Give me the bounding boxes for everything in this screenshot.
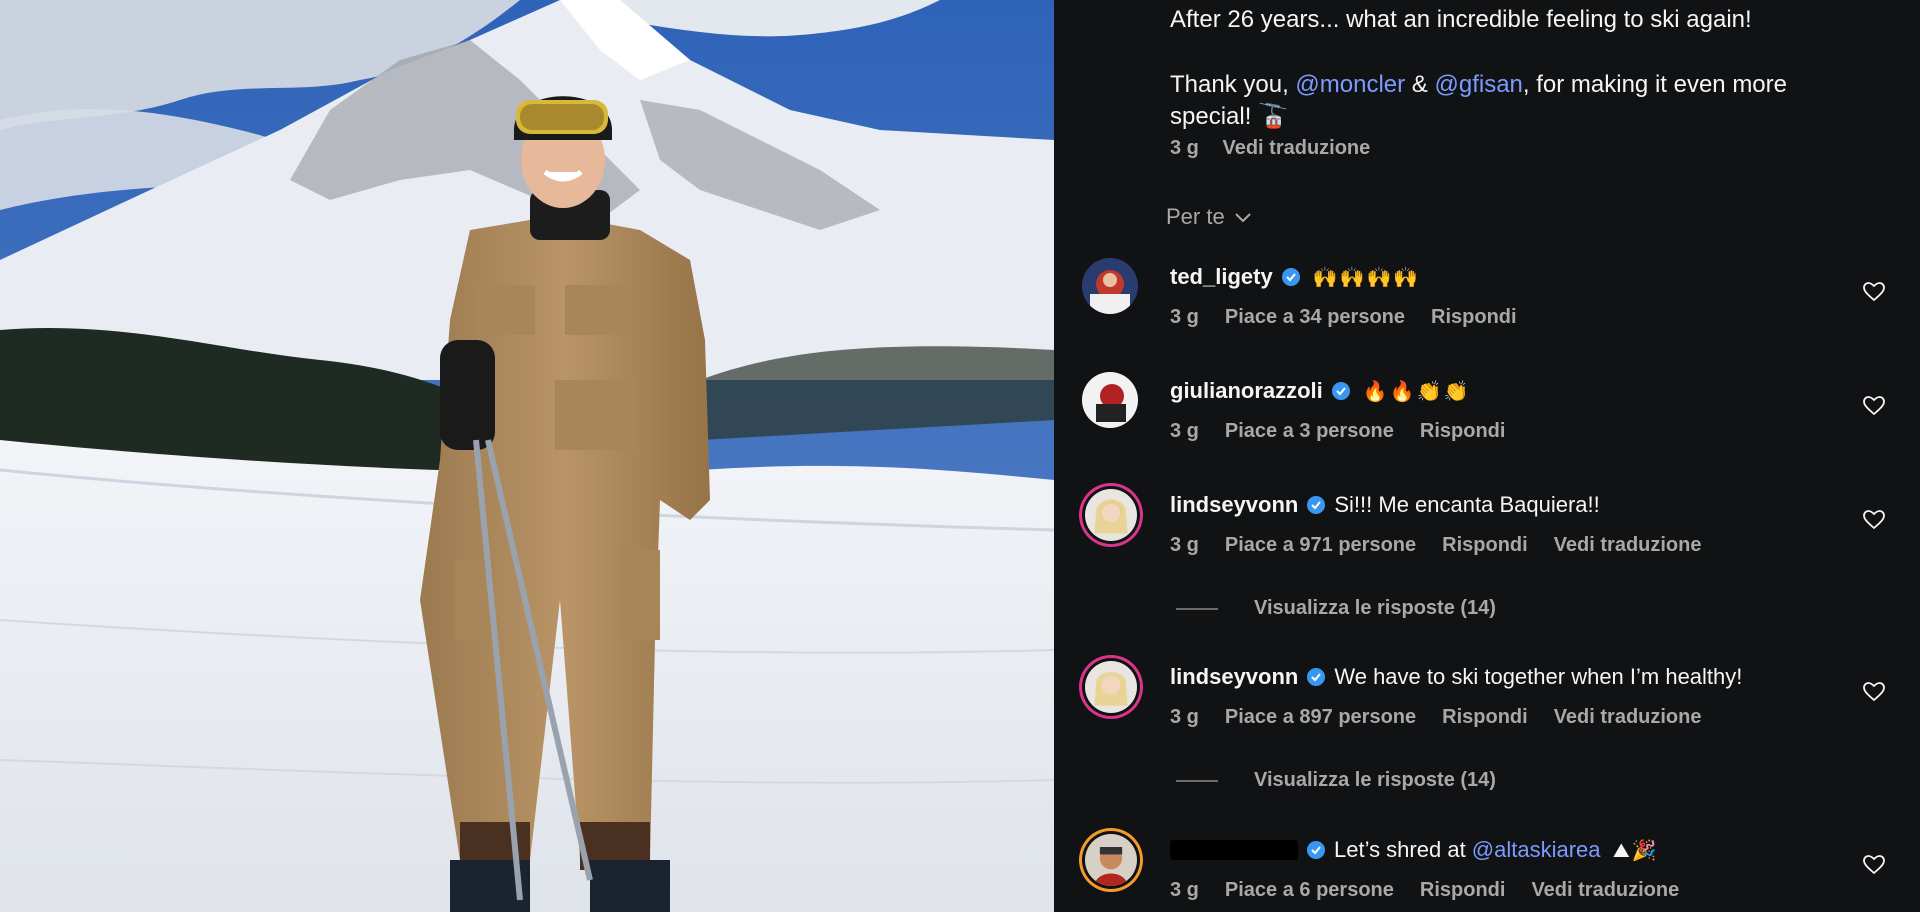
view-replies-label: Visualizza le risposte (14) — [1254, 769, 1496, 791]
mention-altaskiarea[interactable]: @altaskiarea — [1472, 837, 1601, 862]
sort-label: Per te — [1166, 204, 1225, 229]
mention-gfisan[interactable]: @gfisan — [1434, 71, 1522, 98]
comment-text: 🙌🙌🙌🙌 — [1312, 265, 1421, 289]
comment-likes[interactable]: Piace a 897 persone — [1225, 706, 1416, 729]
comment-item: Let’s shred at @altaskiarea ⛰🎉 3 g Piace… — [1054, 831, 1920, 911]
comment-item: ted_ligety 🙌🙌🙌🙌 3 g Piace a 34 persone R… — [1054, 258, 1920, 338]
heart-outline-icon[interactable] — [1862, 680, 1886, 704]
comment-time: 3 g — [1170, 706, 1199, 728]
comment-text: Si!!! Me encanta Baquiera!! — [1334, 492, 1600, 517]
heart-outline-icon[interactable] — [1862, 280, 1886, 304]
replies-divider — [1176, 779, 1218, 782]
comment-likes[interactable]: Piace a 6 persone — [1225, 879, 1394, 902]
reply-button[interactable]: Rispondi — [1442, 534, 1528, 557]
view-replies-label: Visualizza le risposte (14) — [1254, 597, 1496, 619]
verified-badge-icon — [1331, 382, 1350, 400]
caption-line-1: After 26 years... what an incredible fee… — [1170, 6, 1752, 33]
caption-meta: 3 g Vedi traduzione — [1170, 137, 1388, 160]
reply-button[interactable]: Rispondi — [1420, 420, 1506, 443]
caption-time: 3 g — [1170, 137, 1199, 159]
comment-item: giulianorazzoli 🔥🔥👏👏 3 g Piace a 3 perso… — [1054, 372, 1920, 452]
caption-translate-link[interactable]: Vedi traduzione — [1222, 137, 1370, 159]
avatar[interactable] — [1085, 661, 1137, 713]
caption-line-2: Thank you, @moncler & @gfisan, for makin… — [1170, 71, 1787, 98]
caption-line-3: special! 🚡 — [1170, 103, 1288, 130]
verified-badge-icon — [1307, 496, 1326, 514]
comment-username[interactable]: giulianorazzoli — [1170, 376, 1323, 406]
replies-divider — [1176, 607, 1218, 610]
post-caption: After 26 years... what an incredible fee… — [1170, 4, 1870, 133]
comment-username[interactable]: ted_ligety — [1170, 262, 1273, 292]
avatar[interactable] — [1085, 834, 1137, 886]
reply-button[interactable]: Rispondi — [1442, 706, 1528, 729]
heart-outline-icon[interactable] — [1862, 508, 1886, 532]
comment-translate-link[interactable]: Vedi traduzione — [1531, 879, 1679, 902]
comment-text: Let’s shred at @altaskiarea ⛰🎉 — [1334, 837, 1659, 862]
verified-badge-icon — [1307, 841, 1325, 859]
comment-item: lindseyvonn Si!!! Me encanta Baquiera!! … — [1054, 486, 1920, 566]
post-photo — [0, 0, 1054, 912]
comment-username[interactable]: lindseyvonn — [1170, 662, 1298, 692]
mention-moncler[interactable]: @moncler — [1295, 71, 1405, 98]
comment-time: 3 g — [1170, 420, 1199, 442]
view-replies-button[interactable]: Visualizza le risposte (14) — [1176, 769, 1496, 792]
view-replies-button[interactable]: Visualizza le risposte (14) — [1176, 597, 1496, 620]
verified-badge-icon — [1281, 268, 1300, 286]
heart-outline-icon[interactable] — [1862, 394, 1886, 418]
comment-likes[interactable]: Piace a 3 persone — [1225, 420, 1394, 443]
comment-time: 3 g — [1170, 879, 1199, 901]
heart-outline-icon[interactable] — [1862, 853, 1886, 877]
comment-text: 🔥🔥👏👏 — [1362, 379, 1471, 403]
chevron-down-icon — [1234, 213, 1251, 223]
reply-button[interactable]: Rispondi — [1420, 879, 1506, 902]
comment-likes[interactable]: Piace a 971 persone — [1225, 534, 1416, 557]
avatar[interactable] — [1082, 372, 1138, 428]
comment-time: 3 g — [1170, 534, 1199, 556]
verified-badge-icon — [1307, 668, 1326, 686]
comment-translate-link[interactable]: Vedi traduzione — [1554, 534, 1702, 557]
reply-button[interactable]: Rispondi — [1431, 306, 1517, 329]
redacted-username — [1170, 840, 1298, 860]
comments-panel: After 26 years... what an incredible fee… — [1054, 0, 1920, 912]
comment-translate-link[interactable]: Vedi traduzione — [1554, 706, 1702, 729]
comment-time: 3 g — [1170, 306, 1199, 328]
avatar[interactable] — [1082, 258, 1138, 314]
comment-text: We have to ski together when I’m healthy… — [1334, 664, 1743, 689]
avatar[interactable] — [1085, 489, 1137, 541]
comment-likes[interactable]: Piace a 34 persone — [1225, 306, 1405, 329]
comment-username[interactable]: lindseyvonn — [1170, 490, 1298, 520]
sort-selector[interactable]: Per te — [1166, 204, 1253, 230]
comment-item: lindseyvonn We have to ski together when… — [1054, 658, 1920, 738]
